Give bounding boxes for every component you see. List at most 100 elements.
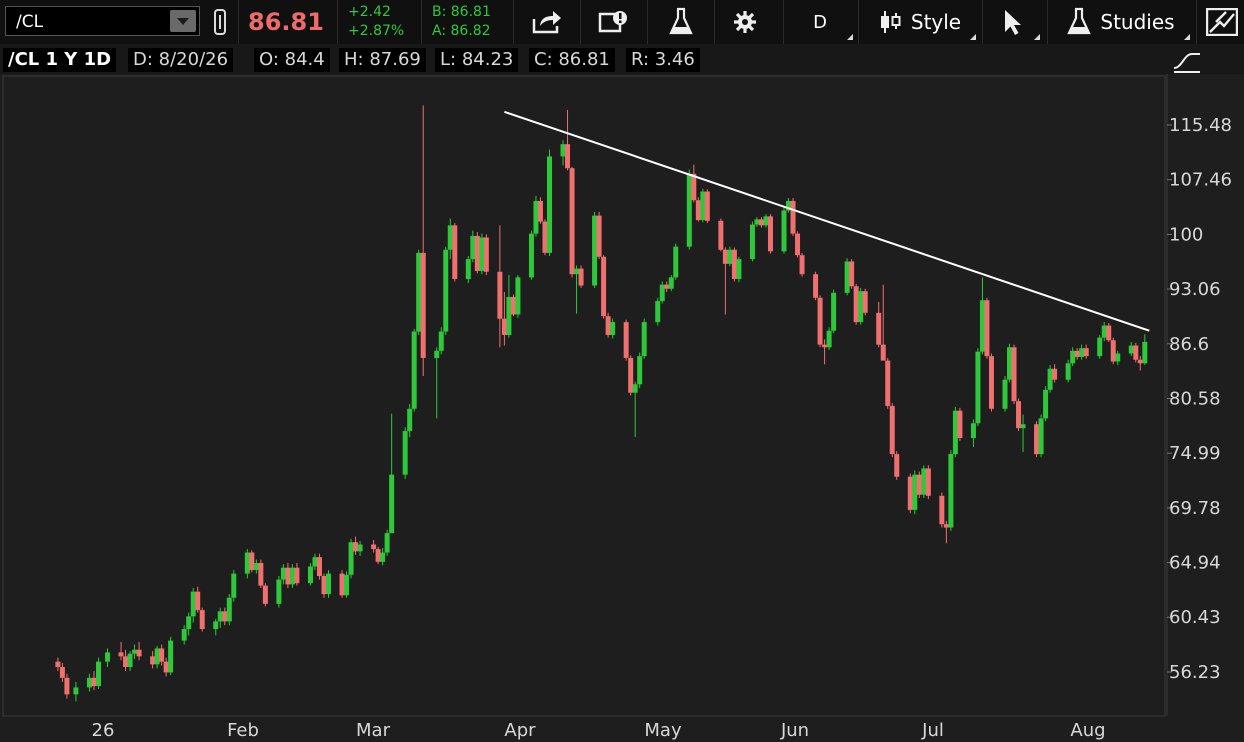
candle-body	[244, 552, 250, 574]
candle	[483, 234, 489, 275]
symbol-input[interactable]: /CL	[5, 6, 200, 36]
candle-body	[664, 284, 670, 289]
candle-body	[181, 629, 187, 641]
candle-body	[655, 301, 661, 323]
candle	[510, 294, 516, 317]
candle	[596, 211, 602, 260]
candle	[718, 218, 724, 252]
candle-body	[289, 567, 295, 585]
candle	[1038, 414, 1044, 458]
candle-body	[826, 330, 832, 348]
drawing-icon[interactable]	[1200, 0, 1244, 44]
candle-body	[127, 653, 133, 668]
candle-body	[970, 423, 976, 439]
candle	[939, 492, 945, 528]
candle-body	[380, 552, 386, 562]
link-icon[interactable]	[204, 0, 236, 44]
candle-body	[389, 474, 395, 534]
candle-body	[1020, 424, 1026, 429]
candle-body	[718, 220, 724, 250]
candle	[695, 197, 701, 222]
candle-body	[574, 268, 580, 275]
candle-body	[150, 656, 156, 665]
candle	[858, 287, 864, 325]
candle-body	[858, 291, 864, 323]
candle-body	[1083, 348, 1089, 357]
candle-body	[357, 544, 363, 552]
flask-icon[interactable]	[648, 0, 714, 44]
candle	[1016, 398, 1022, 432]
candle	[226, 594, 232, 626]
studies-dropdown[interactable]: Studies	[1048, 0, 1193, 44]
candle-body	[565, 144, 571, 169]
candle-body	[862, 291, 868, 313]
candle	[916, 471, 922, 498]
gear-icon[interactable]	[715, 0, 775, 44]
price-chart[interactable]: 115.48 107.46 100 93.06 86.6 80.58 74.99 69.78 6…	[0, 74, 1244, 742]
candle-body	[1128, 345, 1134, 354]
candle-body	[86, 677, 92, 688]
x-axis: 26 Feb Mar Apr May Jun Jul Aug	[92, 720, 1106, 741]
y-axis: 115.48 107.46 100 93.06 86.6 80.58 74.99 69.78 6…	[1167, 115, 1232, 683]
candle	[686, 169, 692, 250]
symbol-dropdown-button[interactable]	[170, 10, 196, 32]
cursor-icon[interactable]	[983, 0, 1043, 44]
candle-body	[528, 233, 534, 278]
candle-body	[1097, 337, 1103, 357]
candle-body	[416, 252, 422, 332]
candle	[375, 546, 381, 565]
last-price: 86.81	[248, 8, 324, 36]
screenshot-icon[interactable]	[581, 0, 647, 44]
candle-body	[307, 566, 313, 584]
candle	[1133, 342, 1139, 363]
candle-body	[195, 591, 201, 611]
candle-body	[822, 344, 828, 348]
candle-body	[59, 667, 65, 678]
y-tick-label: 74.99	[1169, 443, 1221, 464]
share-icon[interactable]	[514, 0, 580, 44]
candle	[605, 312, 611, 338]
y-tick-label: 80.58	[1169, 389, 1221, 410]
candle-body	[916, 474, 922, 495]
candle-body	[159, 648, 165, 662]
aggregation-dropdown[interactable]: D	[784, 0, 856, 44]
info-symbol-period: /CL 1 Y 1D	[3, 48, 117, 72]
candle-body	[1052, 368, 1058, 380]
autoscale-icon[interactable]	[1172, 48, 1202, 74]
candle	[479, 233, 485, 275]
candle	[655, 297, 661, 326]
candle	[249, 550, 255, 573]
candle-body	[907, 476, 913, 510]
candle-body	[880, 344, 886, 361]
candle-body	[407, 408, 413, 432]
candle-body	[628, 357, 634, 393]
candle-body	[542, 221, 548, 253]
y-tick-label: 56.23	[1169, 662, 1221, 683]
candle-body	[1011, 347, 1017, 402]
info-close: C: 86.81	[529, 48, 615, 72]
studies-label: Studies	[1100, 10, 1175, 34]
candle	[921, 465, 927, 498]
candle-body	[474, 235, 480, 271]
candle	[546, 149, 552, 256]
candle	[885, 357, 891, 409]
style-dropdown[interactable]: Style	[859, 0, 979, 44]
style-icon	[880, 11, 901, 33]
candle-body	[943, 524, 949, 528]
candle-body	[353, 542, 359, 552]
candle	[912, 470, 918, 515]
candle	[533, 195, 539, 237]
candle-body	[339, 573, 345, 596]
candle-body	[447, 225, 453, 250]
candle	[569, 166, 575, 278]
candle	[384, 529, 390, 557]
candle	[853, 283, 859, 325]
candle-body	[249, 552, 255, 571]
candle	[952, 406, 958, 458]
candle-body	[1106, 325, 1112, 341]
candle	[767, 214, 773, 254]
x-tick-label: Apr	[504, 720, 536, 741]
y-tick-label: 60.43	[1169, 607, 1221, 628]
percent-change: +2.87%	[348, 23, 405, 39]
candle	[813, 271, 819, 301]
